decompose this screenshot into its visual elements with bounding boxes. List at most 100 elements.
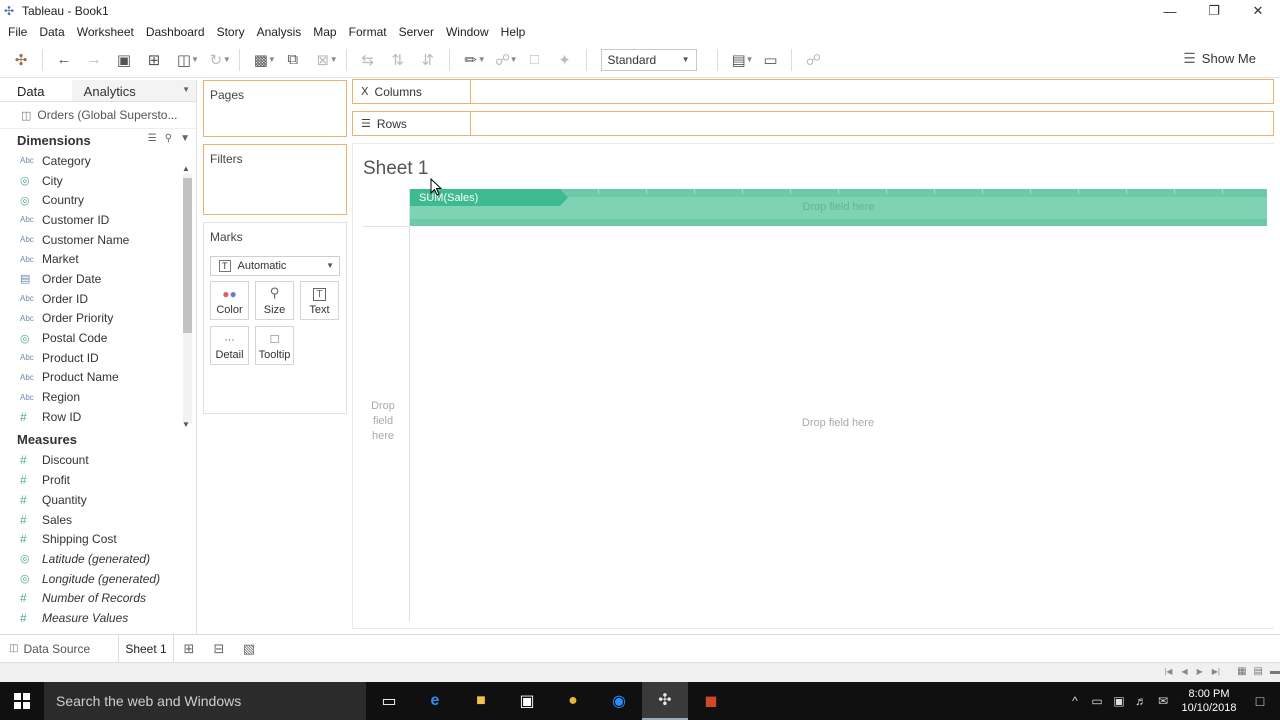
field-item[interactable]: Abc Product Name xyxy=(0,368,196,388)
columns-shelf[interactable]: Ⅹ Columns xyxy=(352,79,1274,104)
field-item[interactable]: # Number of Records xyxy=(0,588,196,608)
close-button[interactable]: ✕ xyxy=(1236,0,1280,22)
menu-data[interactable]: Data xyxy=(33,25,70,39)
field-item[interactable]: # Shipping Cost xyxy=(0,529,196,549)
chevron-down-icon[interactable]: ▼ xyxy=(478,55,486,64)
menu-window[interactable]: Window xyxy=(440,25,495,39)
next-sheet-icon[interactable]: ▶ xyxy=(1197,667,1203,676)
share-icon[interactable]: ☍ xyxy=(798,46,828,74)
new-story-icon[interactable]: ▧ xyxy=(234,641,264,657)
menu-dashboard[interactable]: Dashboard xyxy=(140,25,211,39)
presentation-mode-icon[interactable]: ▭ xyxy=(755,46,785,74)
search-icon[interactable]: ⚲ xyxy=(165,133,172,144)
rows-shelf[interactable]: ☰ Rows xyxy=(352,111,1274,136)
minimize-button[interactable]: — xyxy=(1148,0,1192,22)
show-filmstrip-icon[interactable]: ▦ xyxy=(1237,666,1246,677)
chevron-down-icon[interactable]: ▼ xyxy=(268,55,276,64)
field-item[interactable]: # Discount xyxy=(0,451,196,471)
detail-button[interactable]: ⋯ Detail xyxy=(210,326,249,365)
volume-icon[interactable]: ♬ xyxy=(1130,694,1152,708)
field-item[interactable]: ◎ Latitude (generated) xyxy=(0,549,196,569)
first-sheet-icon[interactable]: |◀ xyxy=(1164,667,1172,676)
scrollbar-thumb[interactable] xyxy=(183,178,192,333)
sheet-tab-sheet1[interactable]: Sheet 1 xyxy=(118,635,174,662)
chrome-icon[interactable]: ● xyxy=(550,682,596,720)
chevron-down-icon[interactable]: ▼ xyxy=(182,85,190,94)
network-icon[interactable]: ▣ xyxy=(1108,694,1130,708)
data-source-tab[interactable]: ◫ Data Source xyxy=(0,642,118,656)
chevron-down-icon[interactable]: ▼ xyxy=(510,55,518,64)
dimensions-scrollbar[interactable]: ▲ ▼ xyxy=(181,164,193,430)
redo-icon[interactable]: → xyxy=(79,46,109,74)
menu-server[interactable]: Server xyxy=(393,25,440,39)
new-worksheet-icon[interactable]: ⊞ xyxy=(174,641,204,657)
menu-file[interactable]: File xyxy=(2,25,33,39)
size-button[interactable]: ⚲ Size xyxy=(255,281,294,320)
show-mark-labels-icon[interactable]: □ xyxy=(520,46,550,74)
prev-sheet-icon[interactable]: ◀ xyxy=(1181,667,1187,676)
datasource-item[interactable]: ◫ Orders (Global Supersto... xyxy=(0,102,196,129)
field-item[interactable]: ◎ Country xyxy=(0,190,196,210)
menu-worksheet[interactable]: Worksheet xyxy=(71,25,140,39)
menu-help[interactable]: Help xyxy=(495,25,532,39)
field-item[interactable]: # Quantity xyxy=(0,490,196,510)
start-button[interactable] xyxy=(0,682,44,720)
field-item[interactable]: Abc Product ID xyxy=(0,348,196,368)
field-item[interactable]: Abc Order Priority xyxy=(0,309,196,329)
sort-descending-icon[interactable]: ⇵ xyxy=(413,46,443,74)
duplicate-sheet-icon[interactable]: ⧉ xyxy=(278,46,308,74)
field-item[interactable]: ▤ Order Date xyxy=(0,269,196,289)
chevron-down-icon[interactable]: ▼ xyxy=(191,55,199,64)
fix-axes-icon[interactable]: ✦ xyxy=(550,46,580,74)
task-view-icon[interactable]: ▭ xyxy=(366,682,412,720)
tooltip-button[interactable]: □ Tooltip xyxy=(255,326,294,365)
new-dashboard-icon[interactable]: ⊟ xyxy=(204,641,234,657)
pages-card[interactable]: Pages xyxy=(203,80,347,137)
taskbar-clock[interactable]: 8:00 PM 10/10/2018 xyxy=(1178,687,1240,715)
show-me-button[interactable]: ☰ Show Me xyxy=(1183,50,1256,67)
chevron-down-icon[interactable]: ▼ xyxy=(746,55,754,64)
field-item[interactable]: Abc Market xyxy=(0,249,196,269)
last-sheet-icon[interactable]: ▶| xyxy=(1212,667,1220,676)
view-toggle-icon[interactable]: ☰ xyxy=(148,133,157,144)
field-item[interactable]: Abc Category xyxy=(0,151,196,171)
chevron-down-icon[interactable]: ▼ xyxy=(330,55,338,64)
new-datasource-icon[interactable]: ⊞ xyxy=(139,46,169,74)
chevron-down-icon[interactable]: ▼ xyxy=(223,55,231,64)
edge-icon[interactable]: e xyxy=(412,682,458,720)
swap-rows-columns-icon[interactable]: ⇆ xyxy=(353,46,383,74)
chevron-down-icon[interactable]: ▼ xyxy=(180,133,190,144)
tableau-task-icon[interactable]: ✣ xyxy=(642,682,688,720)
field-item[interactable]: # Measure Values xyxy=(0,608,196,628)
field-item[interactable]: ◎ Longitude (generated) xyxy=(0,569,196,589)
sheet-title[interactable]: Sheet 1 xyxy=(363,158,429,180)
worksheet-view[interactable]: Sheet 1 Drop field here SUM(Sales) Drop … xyxy=(352,143,1274,629)
mark-type-dropdown[interactable]: T Automatic ▼ xyxy=(210,256,340,276)
text-button[interactable]: T Text xyxy=(300,281,339,320)
message-icon[interactable]: ✉ xyxy=(1152,694,1174,708)
tab-data[interactable]: Data xyxy=(0,80,72,101)
menu-analysis[interactable]: Analysis xyxy=(251,25,308,39)
menu-format[interactable]: Format xyxy=(343,25,393,39)
chevron-up-icon[interactable]: ^ xyxy=(1064,694,1086,708)
battery-icon[interactable]: ▭ xyxy=(1086,694,1108,708)
field-item[interactable]: ◎ Postal Code xyxy=(0,328,196,348)
action-center-icon[interactable]: □ xyxy=(1240,693,1280,709)
field-item[interactable]: Abc Order ID xyxy=(0,289,196,309)
undo-icon[interactable]: ← xyxy=(49,46,79,74)
sort-ascending-icon[interactable]: ⇅ xyxy=(383,46,413,74)
field-item[interactable]: Abc Customer ID xyxy=(0,210,196,230)
show-tabs-icon[interactable]: ▬ xyxy=(1270,666,1280,677)
scroll-down-icon[interactable]: ▼ xyxy=(182,420,190,429)
scroll-up-icon[interactable]: ▲ xyxy=(182,164,190,173)
fit-dropdown[interactable]: Standard ▼ xyxy=(600,48,697,71)
tab-analytics[interactable]: Analytics ▼ xyxy=(71,80,196,101)
tableau-home-icon[interactable]: ✣ xyxy=(6,46,36,74)
field-item[interactable]: # Row ID xyxy=(0,407,196,427)
powerpoint-icon[interactable]: ◼ xyxy=(688,682,734,720)
color-button[interactable]: ●● Color xyxy=(210,281,249,320)
zoom-icon[interactable]: ◉ xyxy=(596,682,642,720)
field-item[interactable]: Abc Customer Name xyxy=(0,230,196,250)
taskbar-search-input[interactable]: Search the web and Windows xyxy=(44,682,366,720)
field-item[interactable]: Abc Region xyxy=(0,387,196,407)
